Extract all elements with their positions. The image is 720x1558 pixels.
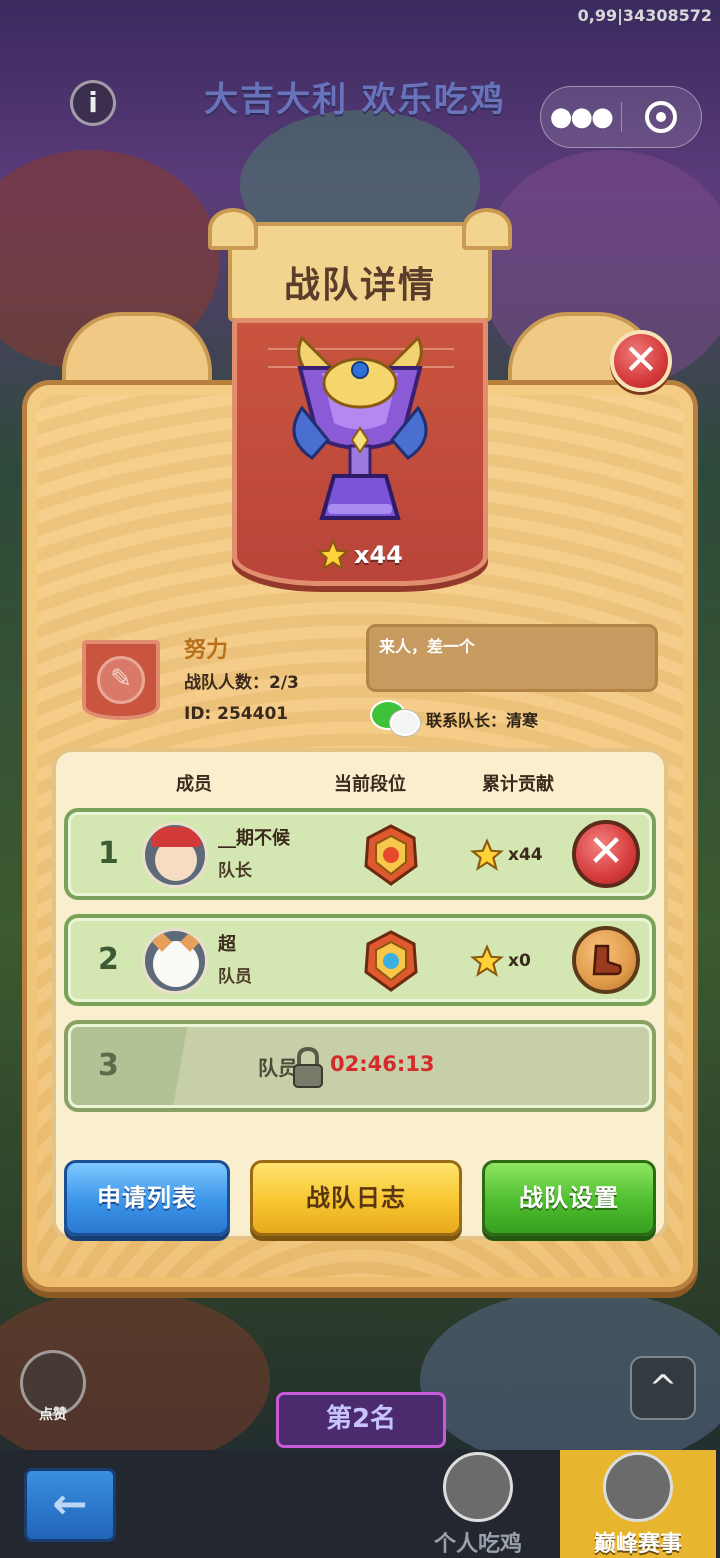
kick-member-button[interactable] bbox=[572, 926, 640, 994]
member-contribution-value: x0 bbox=[508, 951, 531, 971]
rank-badge-icon bbox=[364, 930, 418, 992]
debug-info: 0,99|34308572 bbox=[577, 6, 712, 25]
tab-personal-icon bbox=[443, 1452, 513, 1522]
team-log-button[interactable]: 战队日志 bbox=[250, 1160, 462, 1236]
boot-icon bbox=[592, 944, 622, 976]
unlock-timer: 02:46:13 bbox=[330, 1052, 435, 1076]
member-row: 2 超 队员 x0 bbox=[64, 914, 656, 1006]
tab-personal-chicken[interactable]: 个人吃鸡 bbox=[400, 1450, 556, 1558]
member-contribution: x44 bbox=[470, 838, 543, 872]
member-contribution: x0 bbox=[470, 944, 531, 978]
avatar[interactable] bbox=[142, 928, 208, 994]
member-role: 队员 bbox=[218, 967, 252, 987]
contact-captain-label: 联系队长：清寒 bbox=[426, 711, 539, 730]
column-header-rank: 当前段位 bbox=[334, 774, 406, 795]
tab-peak-tournament[interactable]: 巅峰赛事 bbox=[560, 1450, 716, 1558]
info-icon: i bbox=[88, 86, 98, 119]
tab-peak-icon bbox=[603, 1452, 673, 1522]
rank-badge-icon bbox=[364, 824, 418, 886]
trophy-star-count: x44 bbox=[316, 538, 403, 572]
member-role: 队长 bbox=[218, 861, 252, 881]
member-name: __期不候 bbox=[218, 828, 290, 849]
trophy-icon bbox=[292, 335, 428, 520]
tab-label: 巅峰赛事 bbox=[593, 1532, 682, 1557]
apply-list-button[interactable]: 申请列表 bbox=[64, 1160, 230, 1236]
miniprogram-capsule: ●●● bbox=[540, 86, 702, 148]
member-contribution-value: x44 bbox=[508, 845, 543, 865]
team-flag: ✎ bbox=[82, 640, 160, 720]
team-settings-button[interactable]: 战队设置 bbox=[482, 1160, 656, 1236]
trophy-star-value: x44 bbox=[354, 541, 403, 569]
avatar[interactable] bbox=[142, 822, 208, 888]
info-button[interactable]: i bbox=[70, 80, 116, 126]
back-button[interactable]: ← bbox=[24, 1468, 116, 1542]
target-icon bbox=[645, 101, 678, 133]
contact-captain[interactable]: 联系队长：清寒 bbox=[370, 700, 538, 738]
rank-position-badge: 第2名 bbox=[276, 1392, 446, 1448]
event-banner: 大吉大利 欢乐吃鸡 bbox=[204, 80, 506, 120]
star-icon bbox=[470, 944, 504, 977]
locked-member-slot: 3 队员 02:46:13 bbox=[64, 1020, 656, 1112]
member-row: 1 __期不候 队长 x44 ✕ bbox=[64, 808, 656, 900]
dialog-title: 战队详情 bbox=[283, 265, 436, 306]
close-button[interactable]: ✕ bbox=[610, 330, 672, 392]
like-button[interactable]: 点赞 bbox=[18, 1350, 88, 1430]
team-member-count: 战队人数：2/3 bbox=[184, 673, 299, 693]
arrow-left-icon: ← bbox=[52, 1479, 88, 1528]
scroll-up-button[interactable]: ^ bbox=[630, 1356, 696, 1420]
team-name: 努力 bbox=[184, 638, 229, 663]
wechat-icon bbox=[370, 700, 420, 738]
column-header-contribution: 累计贡献 bbox=[482, 774, 554, 795]
member-index: 3 bbox=[98, 1048, 119, 1083]
remove-member-button[interactable]: ✕ bbox=[572, 820, 640, 888]
team-emblem-icon: ✎ bbox=[97, 656, 145, 704]
lock-icon bbox=[293, 1046, 323, 1088]
team-id: ID: 254401 bbox=[184, 704, 289, 724]
capsule-close-button[interactable] bbox=[622, 101, 702, 133]
member-index: 2 bbox=[98, 942, 119, 977]
chevron-up-icon: ^ bbox=[648, 1368, 678, 1408]
close-icon: ✕ bbox=[623, 335, 659, 384]
star-icon bbox=[316, 538, 350, 571]
tab-label: 个人吃鸡 bbox=[433, 1532, 522, 1557]
close-icon: ✕ bbox=[587, 826, 625, 877]
more-icon[interactable]: ●●● bbox=[541, 102, 621, 132]
member-name: 超 bbox=[218, 934, 236, 955]
like-label: 点赞 bbox=[39, 1407, 67, 1423]
member-index: 1 bbox=[98, 836, 119, 871]
team-motto: 来人，差一个 bbox=[366, 624, 658, 692]
column-header-member: 成员 bbox=[176, 774, 212, 795]
star-icon bbox=[470, 838, 504, 871]
